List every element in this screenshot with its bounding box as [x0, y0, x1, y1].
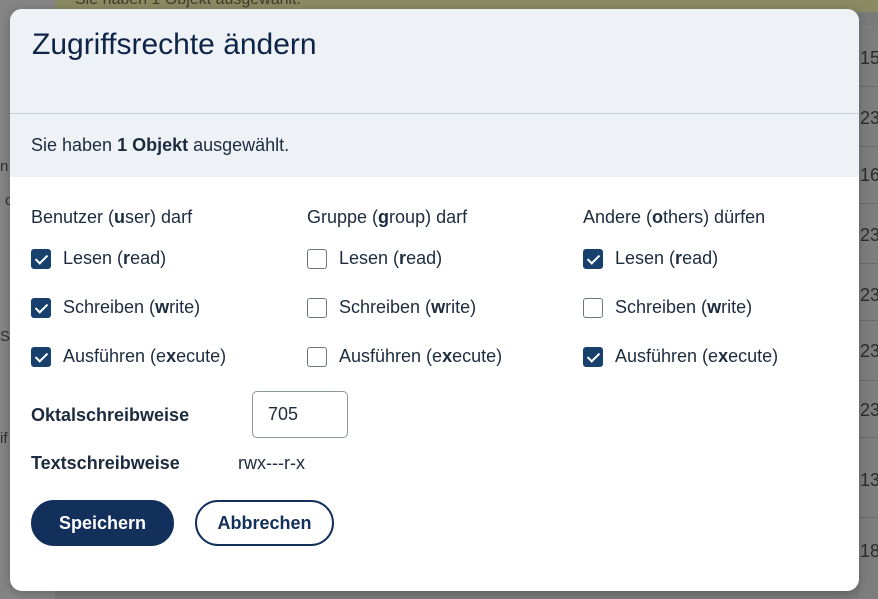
selection-info: Sie haben 1 Objekt ausgewählt. — [10, 114, 859, 177]
group-write-label: Schreiben (write) — [339, 297, 477, 317]
background-row-number: 15 — [860, 48, 878, 68]
permissions-grid: Benutzer (user) darf Lesen (read) Schrei… — [10, 205, 859, 395]
background-row-number: 23 — [860, 108, 878, 128]
background-row-number: 16 — [860, 165, 878, 185]
save-button[interactable]: Speichern — [31, 500, 174, 546]
others-write-checkbox[interactable] — [583, 297, 603, 318]
others-execute-option[interactable]: Ausführen (execute) — [583, 346, 778, 367]
user-write-label: Schreiben (write) — [63, 297, 201, 317]
others-execute-label: Ausführen (execute) — [615, 346, 779, 366]
others-column-heading: Andere (others) dürfen — [583, 207, 766, 227]
background-row-number: 18 — [860, 541, 878, 561]
group-read-label: Lesen (read) — [339, 248, 443, 268]
others-write-label: Schreiben (write) — [615, 297, 753, 317]
user-column-heading: Benutzer (user) darf — [31, 207, 193, 227]
octal-input[interactable] — [252, 391, 348, 438]
background-row-number: 23 — [860, 285, 878, 305]
background-row-divider — [858, 86, 878, 87]
cancel-button[interactable]: Abbrechen — [195, 500, 334, 546]
user-write-option[interactable]: Schreiben (write) — [31, 297, 200, 318]
selection-suffix: ausgewählt. — [193, 135, 290, 155]
background-text-fragment: n — [0, 158, 9, 175]
selection-prefix: Sie haben — [31, 135, 113, 155]
group-execute-checkbox[interactable] — [307, 346, 327, 367]
text-notation-label: Textschreibweise — [31, 453, 180, 473]
background-row-divider — [858, 146, 878, 147]
others-read-label: Lesen (read) — [615, 248, 719, 268]
others-read-checkbox[interactable] — [583, 248, 603, 269]
background-row-number: 23 — [860, 225, 878, 245]
background-text-fragment: if — [0, 430, 8, 447]
user-read-option[interactable]: Lesen (read) — [31, 248, 166, 269]
user-read-checkbox[interactable] — [31, 248, 51, 269]
others-read-option[interactable]: Lesen (read) — [583, 248, 718, 269]
user-execute-option[interactable]: Ausführen (execute) — [31, 346, 226, 367]
group-permissions: Gruppe (group) darf Lesen (read) Schreib… — [307, 205, 567, 367]
group-read-option[interactable]: Lesen (read) — [307, 248, 442, 269]
background-row-divider — [858, 320, 878, 321]
background-row-divider — [858, 203, 878, 204]
group-write-checkbox[interactable] — [307, 297, 327, 318]
octal-label: Oktalschreibweise — [31, 405, 190, 425]
background-banner-text: Sie haben 1 Objekt ausgewählt. — [75, 0, 301, 9]
group-execute-option[interactable]: Ausführen (execute) — [307, 346, 502, 367]
text-notation-value: rwx---r-x — [238, 453, 305, 473]
user-permissions: Benutzer (user) darf Lesen (read) Schrei… — [31, 205, 291, 367]
background-row-number: 13 — [860, 470, 878, 490]
user-execute-label: Ausführen (execute) — [63, 346, 227, 366]
group-write-option[interactable]: Schreiben (write) — [307, 297, 476, 318]
group-read-checkbox[interactable] — [307, 248, 327, 269]
others-permissions: Andere (others) dürfen Lesen (read) Schr… — [583, 205, 843, 367]
background-row-divider — [858, 437, 878, 438]
others-write-option[interactable]: Schreiben (write) — [583, 297, 752, 318]
group-column-heading: Gruppe (group) darf — [307, 207, 468, 227]
dialog-title: Zugriffsrechte ändern — [32, 28, 317, 61]
dialog-header: Zugriffsrechte ändern — [10, 9, 859, 114]
background-row-divider — [858, 263, 878, 264]
background-row-number: 23 — [860, 341, 878, 361]
background-row-divider — [858, 380, 878, 381]
user-read-label: Lesen (read) — [63, 248, 167, 268]
permissions-dialog: Zugriffsrechte ändern Sie haben 1 Objekt… — [10, 9, 859, 591]
user-execute-checkbox[interactable] — [31, 346, 51, 367]
background-row-number: 23 — [860, 400, 878, 420]
others-execute-checkbox[interactable] — [583, 346, 603, 367]
background-row-divider — [858, 517, 878, 518]
user-write-checkbox[interactable] — [31, 297, 51, 318]
group-execute-label: Ausführen (execute) — [339, 346, 503, 366]
selection-count: 1 Objekt — [117, 135, 189, 155]
